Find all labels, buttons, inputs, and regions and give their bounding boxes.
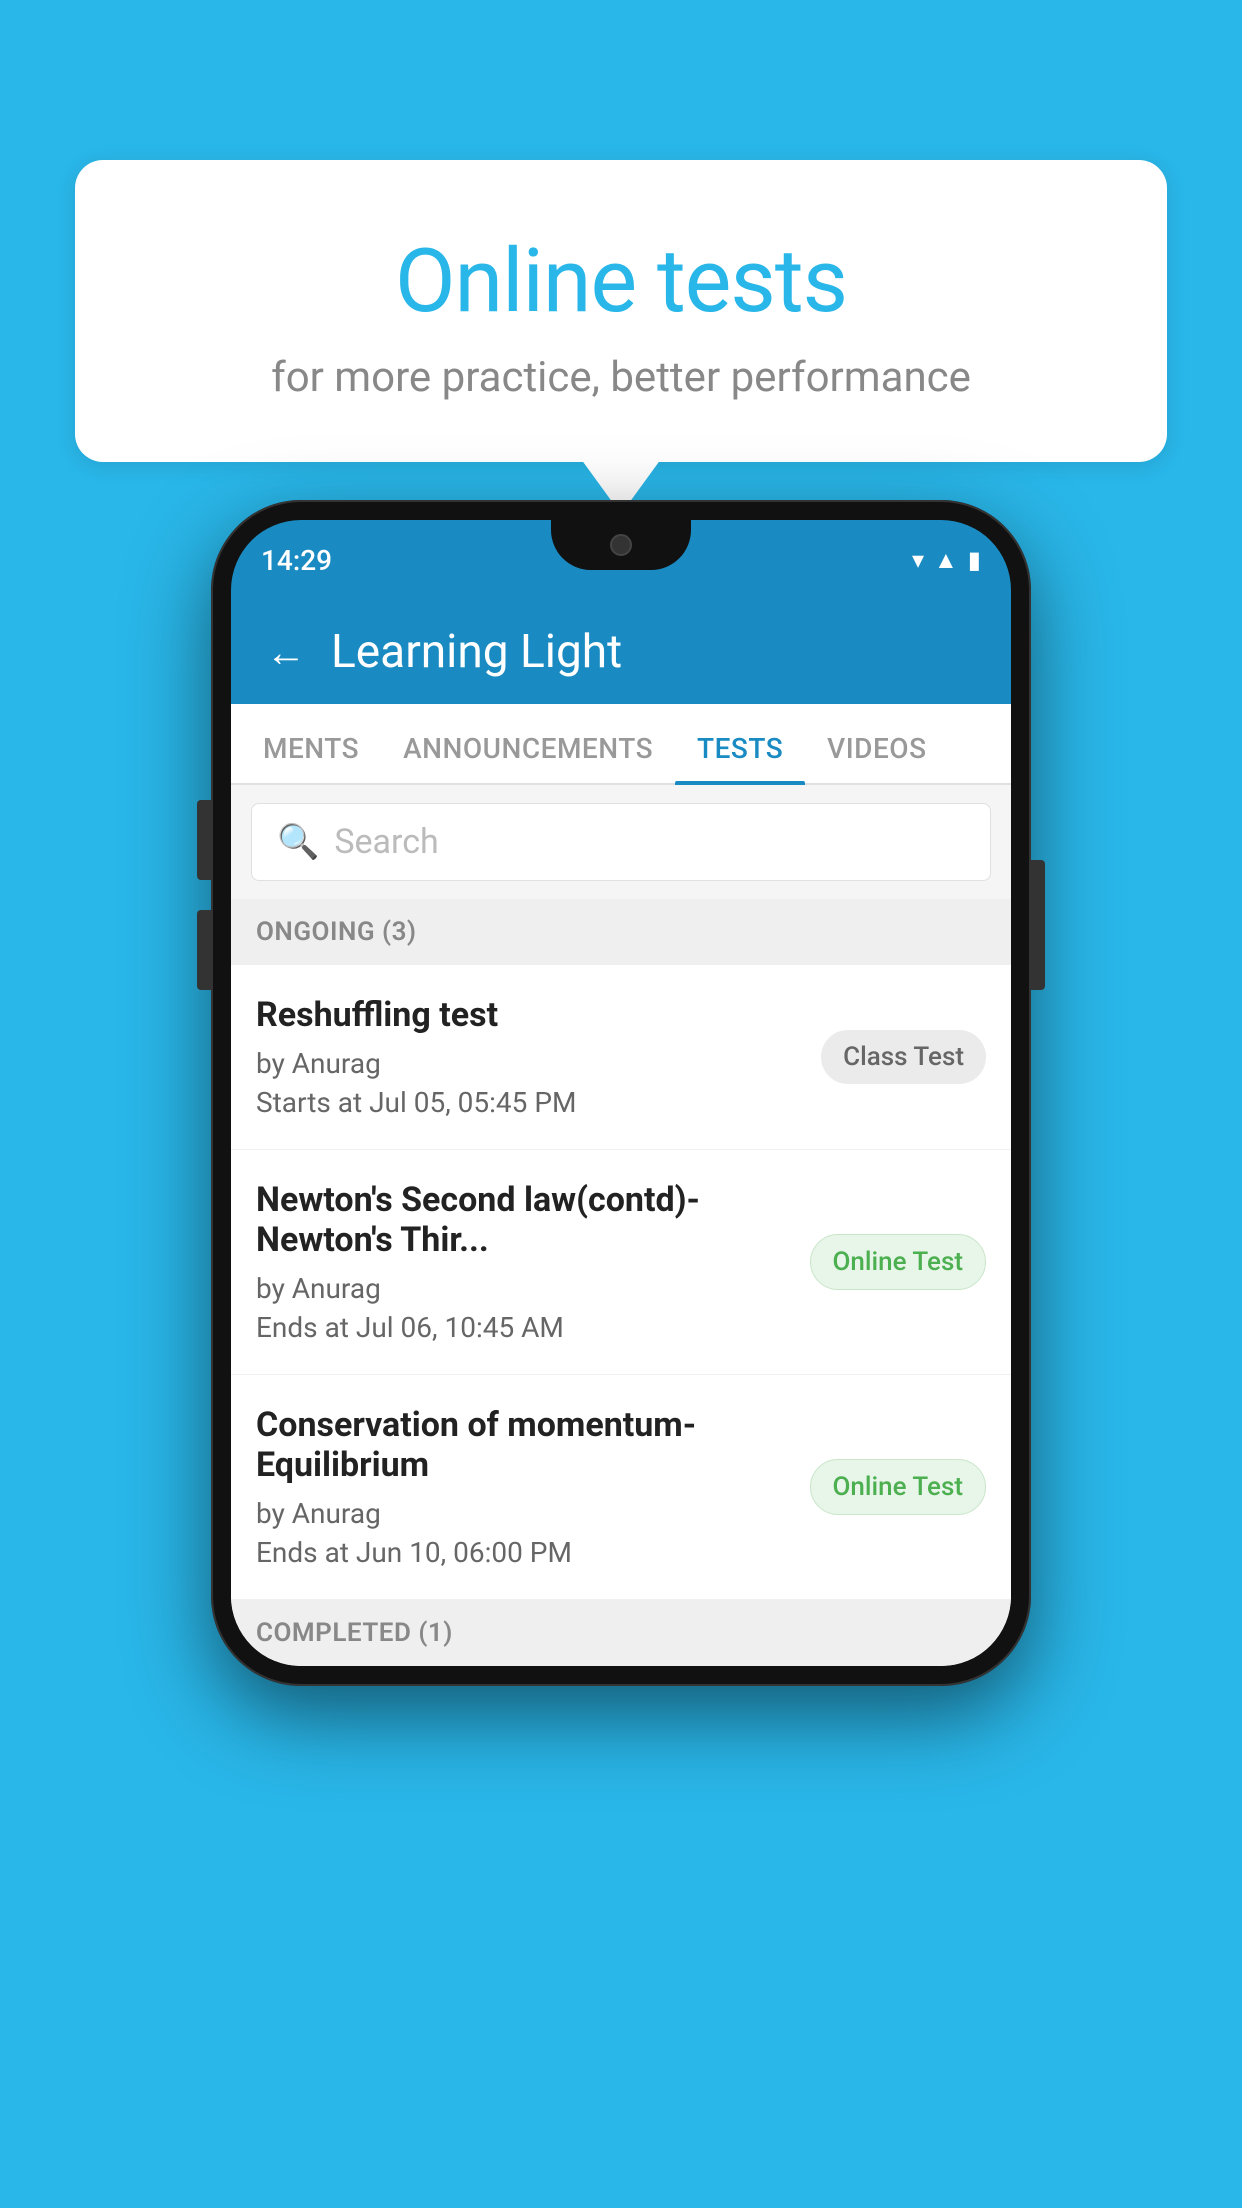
- search-placeholder: Search: [334, 822, 438, 862]
- back-button[interactable]: ←: [266, 629, 306, 676]
- test-badge-online: Online Test: [810, 1234, 987, 1290]
- test-item[interactable]: Newton's Second law(contd)-Newton's Thir…: [231, 1150, 1011, 1375]
- search-container: 🔍 Search: [231, 785, 1011, 899]
- speech-bubble: Online tests for more practice, better p…: [75, 160, 1167, 462]
- speech-bubble-container: Online tests for more practice, better p…: [75, 160, 1167, 462]
- phone-screen: ← Learning Light MENTS ANNOUNCEMENTS TES…: [231, 600, 1011, 1666]
- test-item[interactable]: Conservation of momentum-Equilibrium by …: [231, 1375, 1011, 1600]
- tabs-bar: MENTS ANNOUNCEMENTS TESTS VIDEOS: [231, 704, 1011, 785]
- ongoing-section-header: ONGOING (3): [231, 899, 1011, 965]
- app-title: Learning Light: [331, 625, 622, 679]
- test-item[interactable]: Reshuffling test by Anurag Starts at Jul…: [231, 965, 1011, 1150]
- status-time: 14:29: [261, 544, 332, 577]
- test-info: Newton's Second law(contd)-Newton's Thir…: [256, 1180, 810, 1344]
- speech-bubble-title: Online tests: [135, 230, 1107, 333]
- search-icon: 🔍: [277, 822, 319, 862]
- volume-down-button[interactable]: [197, 910, 211, 990]
- test-name: Newton's Second law(contd)-Newton's Thir…: [256, 1180, 790, 1260]
- test-info: Reshuffling test by Anurag Starts at Jul…: [256, 995, 821, 1119]
- test-info: Conservation of momentum-Equilibrium by …: [256, 1405, 810, 1569]
- battery-icon: ▮: [968, 546, 981, 574]
- test-author: by Anurag: [256, 1497, 790, 1530]
- test-author: by Anurag: [256, 1047, 801, 1080]
- tab-tests[interactable]: TESTS: [675, 704, 805, 783]
- tab-ments[interactable]: MENTS: [241, 704, 381, 783]
- speech-bubble-subtitle: for more practice, better performance: [135, 353, 1107, 402]
- camera: [610, 534, 632, 556]
- status-bar: 14:29 ▾ ▲ ▮: [231, 520, 1011, 600]
- tab-videos[interactable]: VIDEOS: [805, 704, 948, 783]
- status-icons: ▾ ▲ ▮: [912, 546, 981, 575]
- wifi-icon: ▾: [912, 546, 924, 574]
- test-date: Ends at Jun 10, 06:00 PM: [256, 1536, 790, 1569]
- power-button[interactable]: [1031, 860, 1045, 990]
- test-date: Ends at Jul 06, 10:45 AM: [256, 1311, 790, 1344]
- search-bar[interactable]: 🔍 Search: [251, 803, 991, 881]
- test-date: Starts at Jul 05, 05:45 PM: [256, 1086, 801, 1119]
- phone-frame: 14:29 ▾ ▲ ▮ ← Learning Light MENTS ANNOU…: [211, 500, 1031, 1686]
- test-name: Reshuffling test: [256, 995, 801, 1035]
- completed-section-header: COMPLETED (1): [231, 1600, 1011, 1666]
- signal-icon: ▲: [934, 546, 958, 575]
- volume-up-button[interactable]: [197, 800, 211, 880]
- test-name: Conservation of momentum-Equilibrium: [256, 1405, 790, 1485]
- test-badge-online: Online Test: [810, 1459, 987, 1515]
- app-header: ← Learning Light: [231, 600, 1011, 704]
- tab-announcements[interactable]: ANNOUNCEMENTS: [381, 704, 675, 783]
- test-badge-class: Class Test: [821, 1030, 986, 1084]
- notch: [551, 520, 691, 570]
- test-author: by Anurag: [256, 1272, 790, 1305]
- phone-wrapper: 14:29 ▾ ▲ ▮ ← Learning Light MENTS ANNOU…: [211, 500, 1031, 1686]
